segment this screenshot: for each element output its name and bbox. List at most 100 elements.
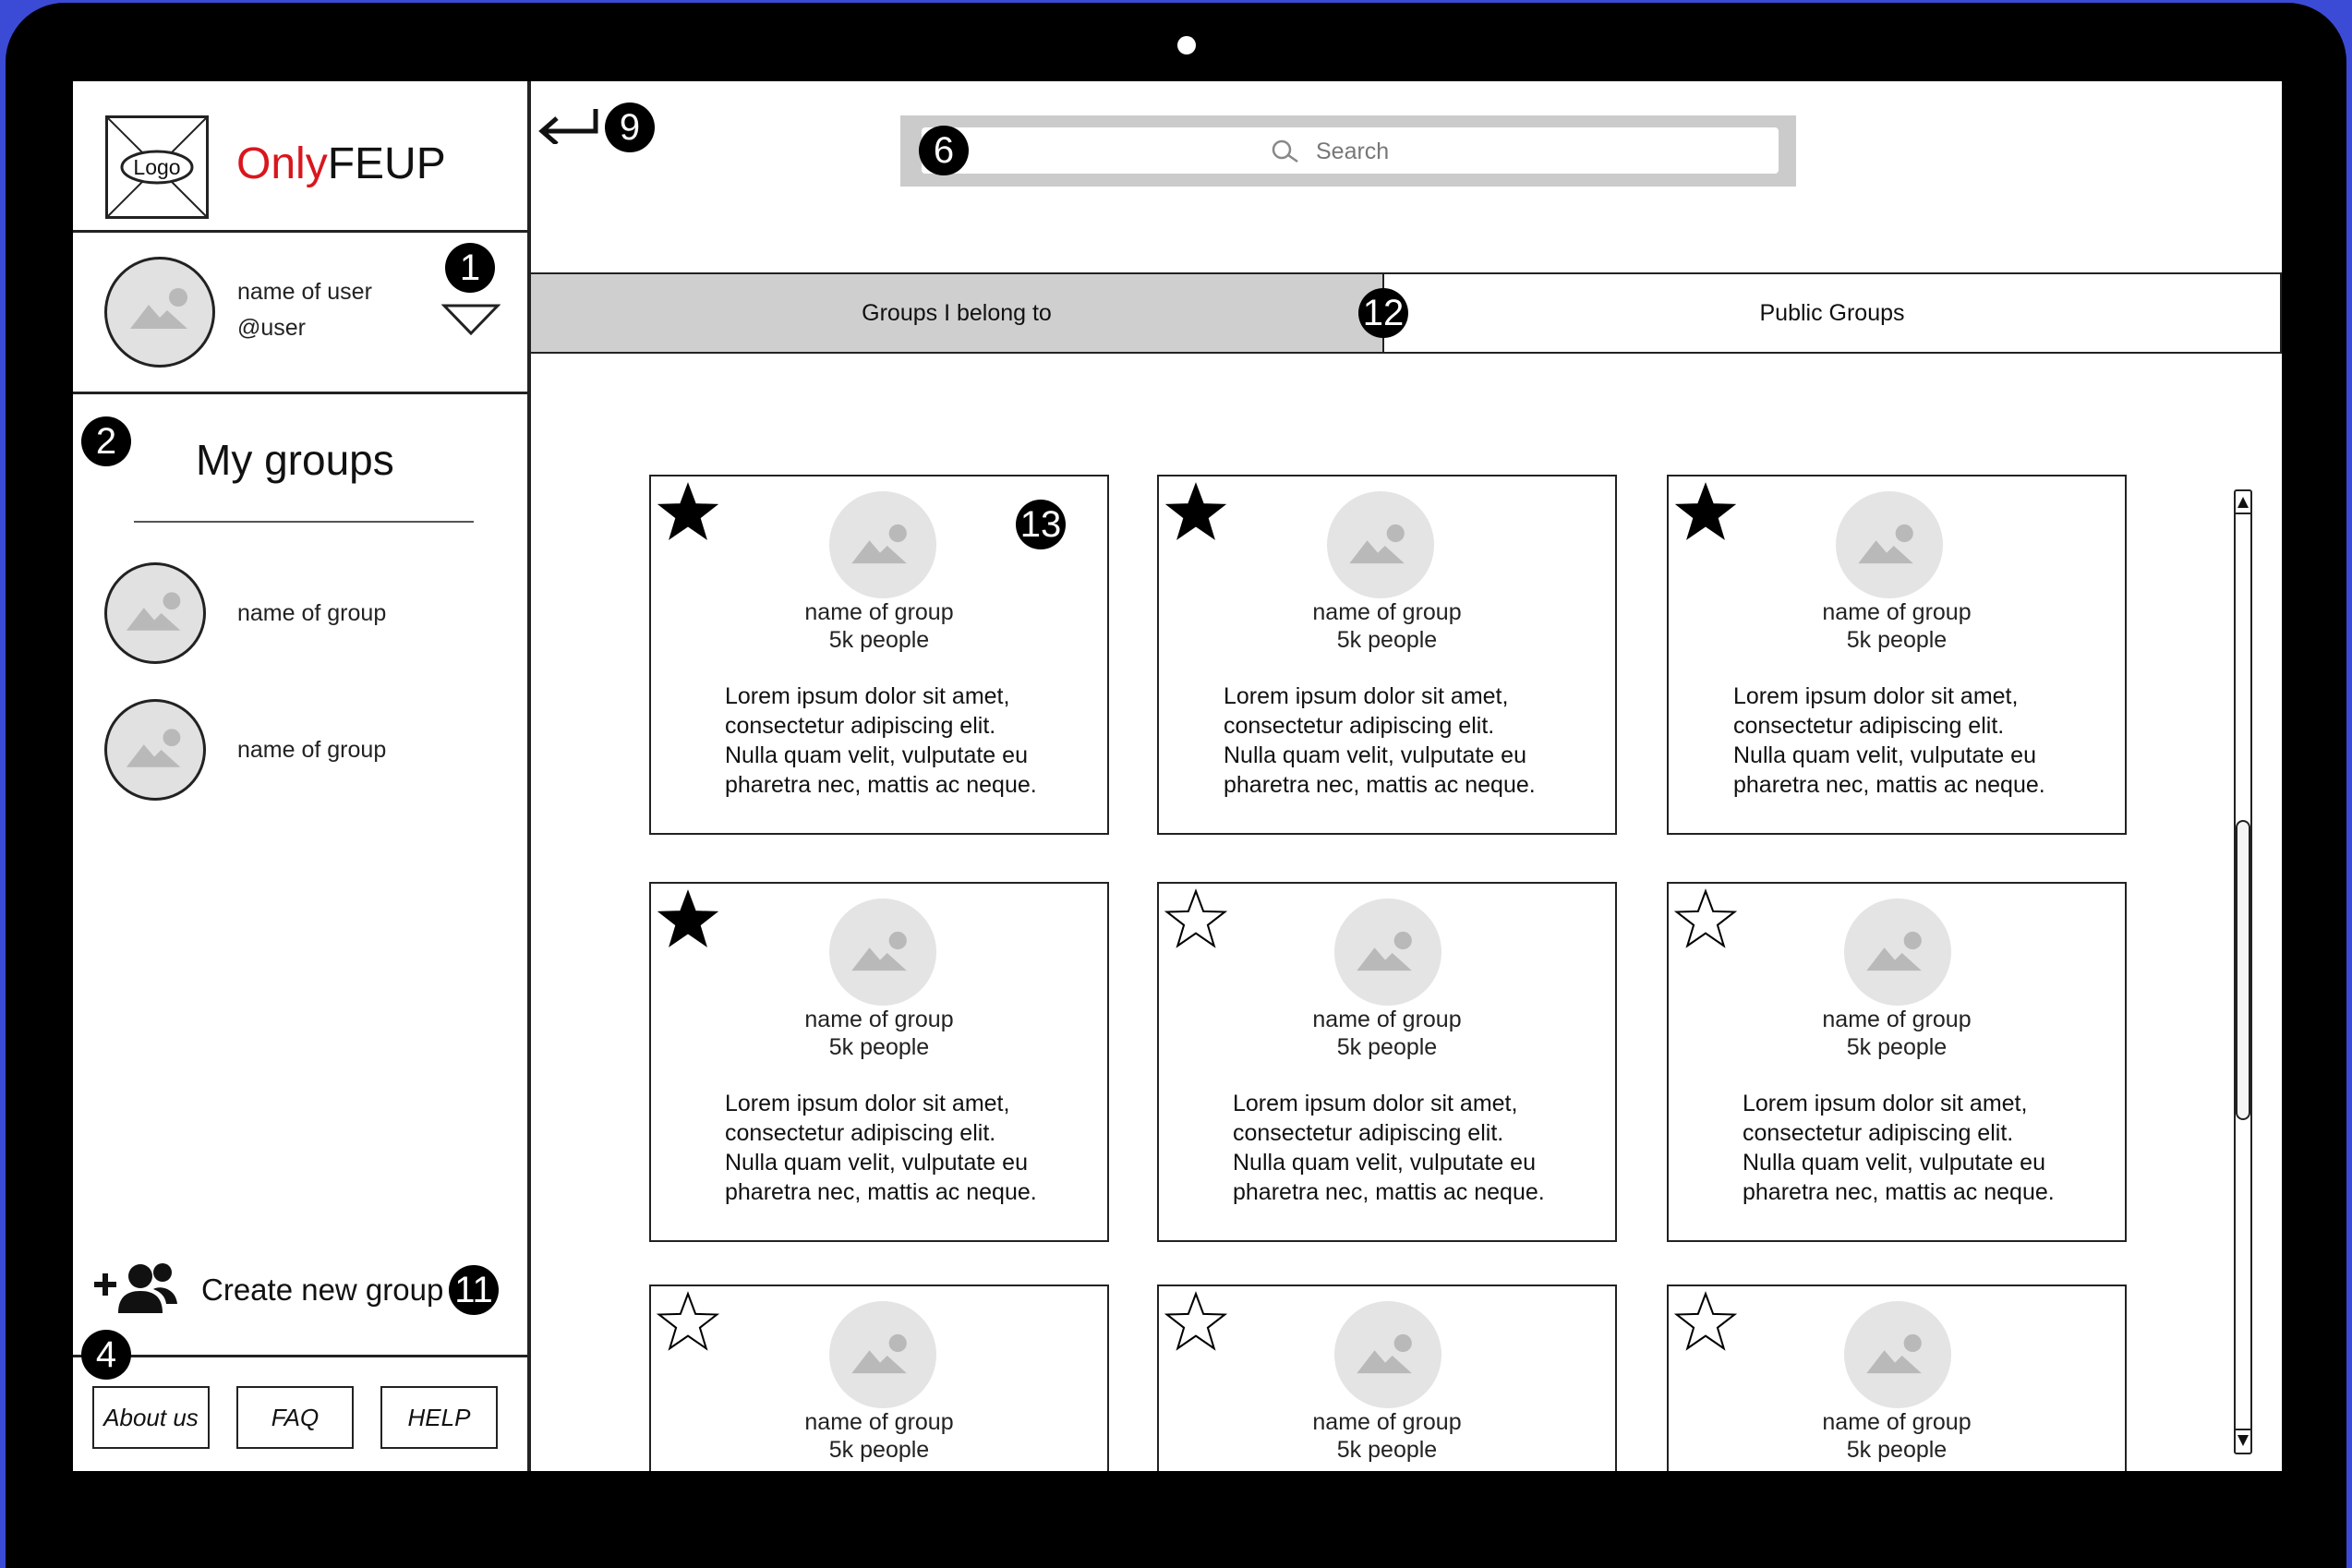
group-card[interactable]: name of group 5k people Lorem ipsum dolor … — [1667, 475, 2127, 835]
image-placeholder-icon — [1866, 1333, 1922, 1374]
description-line: Nulla quam velit, vulputate eu — [725, 1150, 1028, 1176]
description-line: consectetur adipiscing elit. — [1233, 1120, 1504, 1146]
group-card[interactable]: name of group 5k people — [1157, 1285, 1617, 1471]
star-filled-icon[interactable] — [657, 887, 719, 950]
image-placeholder-icon — [126, 592, 181, 631]
brand-name-part2: FEUP — [327, 139, 446, 188]
group-card-description: Lorem ipsum dolor sit amet, consectetur a… — [1743, 1089, 2130, 1207]
star-filled-icon[interactable] — [1674, 480, 1737, 543]
user-handle: @user — [237, 315, 307, 341]
image-placeholder-icon — [851, 524, 907, 564]
add-group-icon — [94, 1263, 177, 1313]
description-line: Nulla quam velit, vulputate eu — [1743, 1150, 2045, 1176]
search-placeholder: Search — [1316, 139, 1390, 164]
logo-label: Logo — [133, 155, 180, 179]
group-card-name: name of group — [804, 1409, 954, 1435]
group-picture — [1327, 491, 1434, 598]
group-card-name: name of group — [804, 599, 954, 625]
description-line: Lorem ipsum dolor sit amet, — [1743, 1091, 2028, 1116]
image-placeholder-icon — [1357, 1333, 1412, 1374]
scrollbar-thumb[interactable] — [2236, 820, 2250, 1120]
group-picture — [1844, 899, 1951, 1006]
tab-public-groups[interactable]: Public Groups — [1382, 272, 2282, 354]
annotation-marker: 13 — [1016, 500, 1066, 549]
description-line: Nulla quam velit, vulputate eu — [725, 742, 1028, 768]
my-groups-title: My groups — [196, 436, 394, 484]
logo: Logo — [105, 115, 209, 219]
group-card-members: 5k people — [1846, 1437, 1948, 1463]
group-card[interactable]: name of group 5k people — [649, 1285, 1109, 1471]
scroll-up-icon[interactable] — [2235, 491, 2251, 515]
group-card-name: name of group — [1822, 1409, 1972, 1435]
image-placeholder-icon — [1357, 931, 1412, 971]
group-card-name: name of group — [1822, 599, 1972, 625]
group-card-description: Lorem ipsum dolor sit amet, consectetur a… — [1733, 681, 2121, 800]
annotation-marker: 4 — [81, 1330, 131, 1380]
group-card-members: 5k people — [1846, 1034, 1948, 1060]
chevron-down-icon[interactable] — [441, 303, 501, 336]
group-card-name: name of group — [1312, 1409, 1462, 1435]
group-card[interactable]: name of group 5k people Lorem ipsum dolor … — [1157, 882, 1617, 1242]
description-line: pharetra nec, mattis ac neque. — [1233, 1179, 1545, 1205]
image-placeholder-icon — [851, 1333, 907, 1374]
sidebar-group-label: name of group — [237, 600, 387, 626]
description-line: Lorem ipsum dolor sit amet, — [725, 683, 1010, 709]
image-placeholder-icon — [130, 288, 187, 329]
description-line: pharetra nec, mattis ac neque. — [725, 772, 1037, 798]
image-placeholder-icon — [126, 729, 181, 767]
back-arrow-icon[interactable] — [538, 107, 601, 144]
group-card-members: 5k people — [1336, 627, 1438, 653]
group-card[interactable]: name of group 5k people Lorem ipsum dolor … — [1157, 475, 1617, 835]
description-line: Lorem ipsum dolor sit amet, — [1224, 683, 1509, 709]
group-card[interactable]: name of group 5k people — [1667, 1285, 2127, 1471]
description-line: Nulla quam velit, vulputate eu — [1733, 742, 2036, 768]
description-line: consectetur adipiscing elit. — [725, 713, 996, 739]
sidebar: Logo OnlyFEUP name of user @user 1 2 My … — [73, 81, 528, 1471]
description-line: Lorem ipsum dolor sit amet, — [1733, 683, 2019, 709]
group-card-description: Lorem ipsum dolor sit amet, consectetur a… — [1233, 1089, 1621, 1207]
about-us-button[interactable]: About us — [92, 1386, 210, 1449]
group-picture — [1334, 899, 1441, 1006]
star-filled-icon[interactable] — [1164, 480, 1227, 543]
star-outline-icon[interactable] — [1164, 887, 1227, 950]
star-filled-icon[interactable] — [657, 480, 719, 543]
description-line: pharetra nec, mattis ac neque. — [1733, 772, 2045, 798]
description-line: Lorem ipsum dolor sit amet, — [1233, 1091, 1518, 1116]
group-picture — [1844, 1301, 1951, 1408]
group-card-name: name of group — [1822, 1007, 1972, 1032]
divider — [73, 392, 528, 394]
faq-button[interactable]: FAQ — [236, 1386, 354, 1449]
create-group-label: Create new group — [201, 1272, 444, 1307]
description-line: consectetur adipiscing elit. — [1224, 713, 1495, 739]
app-screen: Logo OnlyFEUP name of user @user 1 2 My … — [73, 81, 2282, 1471]
star-outline-icon[interactable] — [657, 1290, 719, 1353]
group-card-description: Lorem ipsum dolor sit amet, consectetur a… — [1224, 681, 1611, 800]
scroll-down-icon[interactable] — [2235, 1428, 2251, 1452]
description-line: consectetur adipiscing elit. — [1733, 713, 2005, 739]
group-card-members: 5k people — [1336, 1437, 1438, 1463]
image-placeholder-icon — [851, 931, 907, 971]
description-line: pharetra nec, mattis ac neque. — [725, 1179, 1037, 1205]
help-button[interactable]: HELP — [380, 1386, 498, 1449]
group-card-members: 5k people — [1846, 627, 1948, 653]
star-outline-icon[interactable] — [1674, 1290, 1737, 1353]
group-card[interactable]: name of group 5k people Lorem ipsum dolor … — [1667, 882, 2127, 1242]
group-card-members: 5k people — [828, 1034, 930, 1060]
user-name: name of user — [237, 279, 372, 305]
annotation-marker: 9 — [605, 103, 655, 152]
star-outline-icon[interactable] — [1674, 887, 1737, 950]
tab-groups-i-belong-to[interactable]: Groups I belong to — [529, 272, 1384, 354]
sidebar-group-label: name of group — [237, 737, 387, 763]
group-picture — [829, 1301, 936, 1408]
search-icon — [1272, 139, 1298, 163]
group-card[interactable]: name of group 5k people Lorem ipsum dolor … — [649, 882, 1109, 1242]
group-card-members: 5k people — [1336, 1034, 1438, 1060]
image-placeholder-icon — [1866, 931, 1922, 971]
annotation-marker: 6 — [919, 126, 969, 175]
group-picture — [1836, 491, 1943, 598]
star-outline-icon[interactable] — [1164, 1290, 1227, 1353]
group-card-description: Lorem ipsum dolor sit amet, consectetur a… — [725, 681, 1113, 800]
brand-name[interactable]: OnlyFEUP — [236, 139, 446, 189]
image-placeholder-icon — [1349, 524, 1405, 564]
description-line: pharetra nec, mattis ac neque. — [1743, 1179, 2055, 1205]
